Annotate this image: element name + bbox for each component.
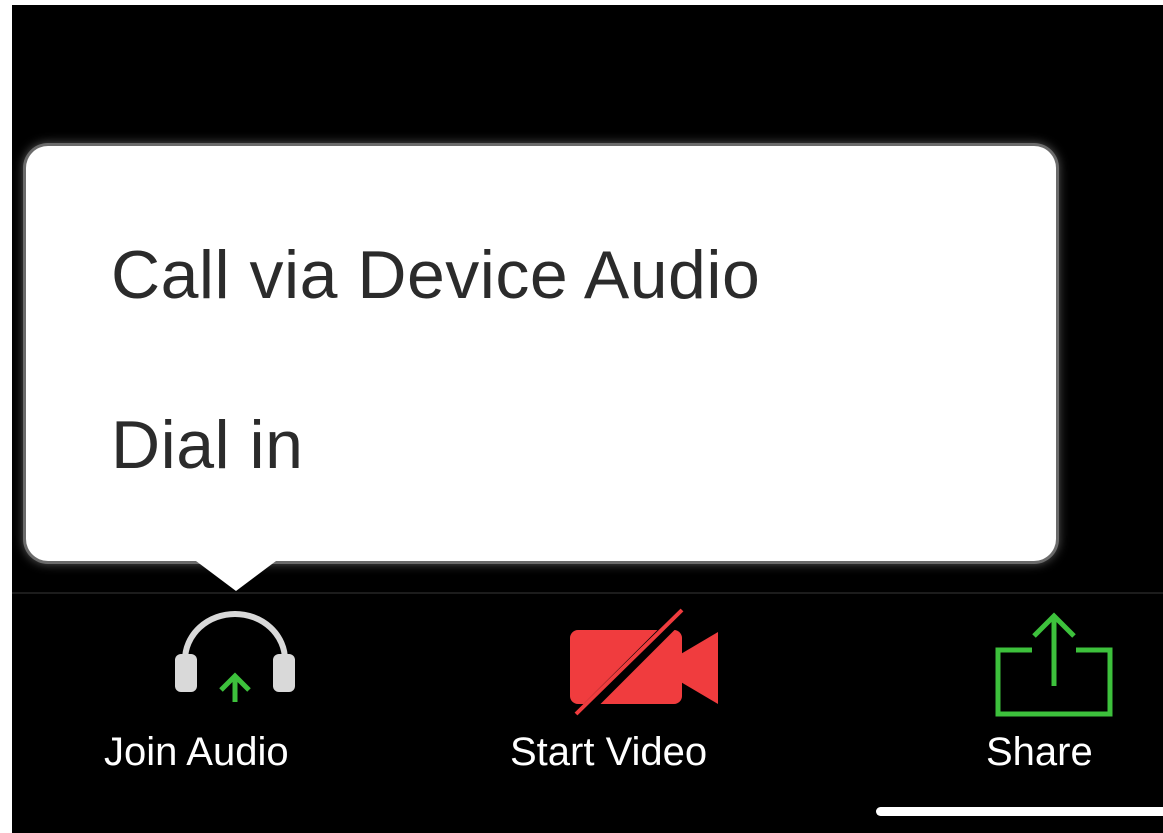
menu-item-dial-in[interactable]: Dial in xyxy=(111,406,303,484)
start-video-label: Start Video xyxy=(510,730,708,774)
join-audio-menu: Call via Device Audio Dial in xyxy=(26,146,1056,561)
top-edge xyxy=(0,0,1163,5)
headphones-icon xyxy=(175,611,295,702)
share-button[interactable]: Share xyxy=(970,600,1163,790)
join-audio-button[interactable]: Join Audio xyxy=(90,600,380,790)
share-icon xyxy=(995,612,1113,717)
toolbar-divider xyxy=(12,592,1163,594)
home-indicator[interactable] xyxy=(876,807,1163,816)
menu-pointer xyxy=(196,561,276,591)
join-audio-label: Join Audio xyxy=(104,730,289,774)
meeting-screen: Call via Device Audio Dial in Join Audio… xyxy=(0,0,1163,833)
left-edge xyxy=(0,0,12,833)
menu-item-call-via-device-audio[interactable]: Call via Device Audio xyxy=(111,236,760,314)
start-video-button[interactable]: Start Video xyxy=(500,600,800,790)
video-off-icon xyxy=(570,608,718,720)
share-label: Share xyxy=(986,730,1093,774)
